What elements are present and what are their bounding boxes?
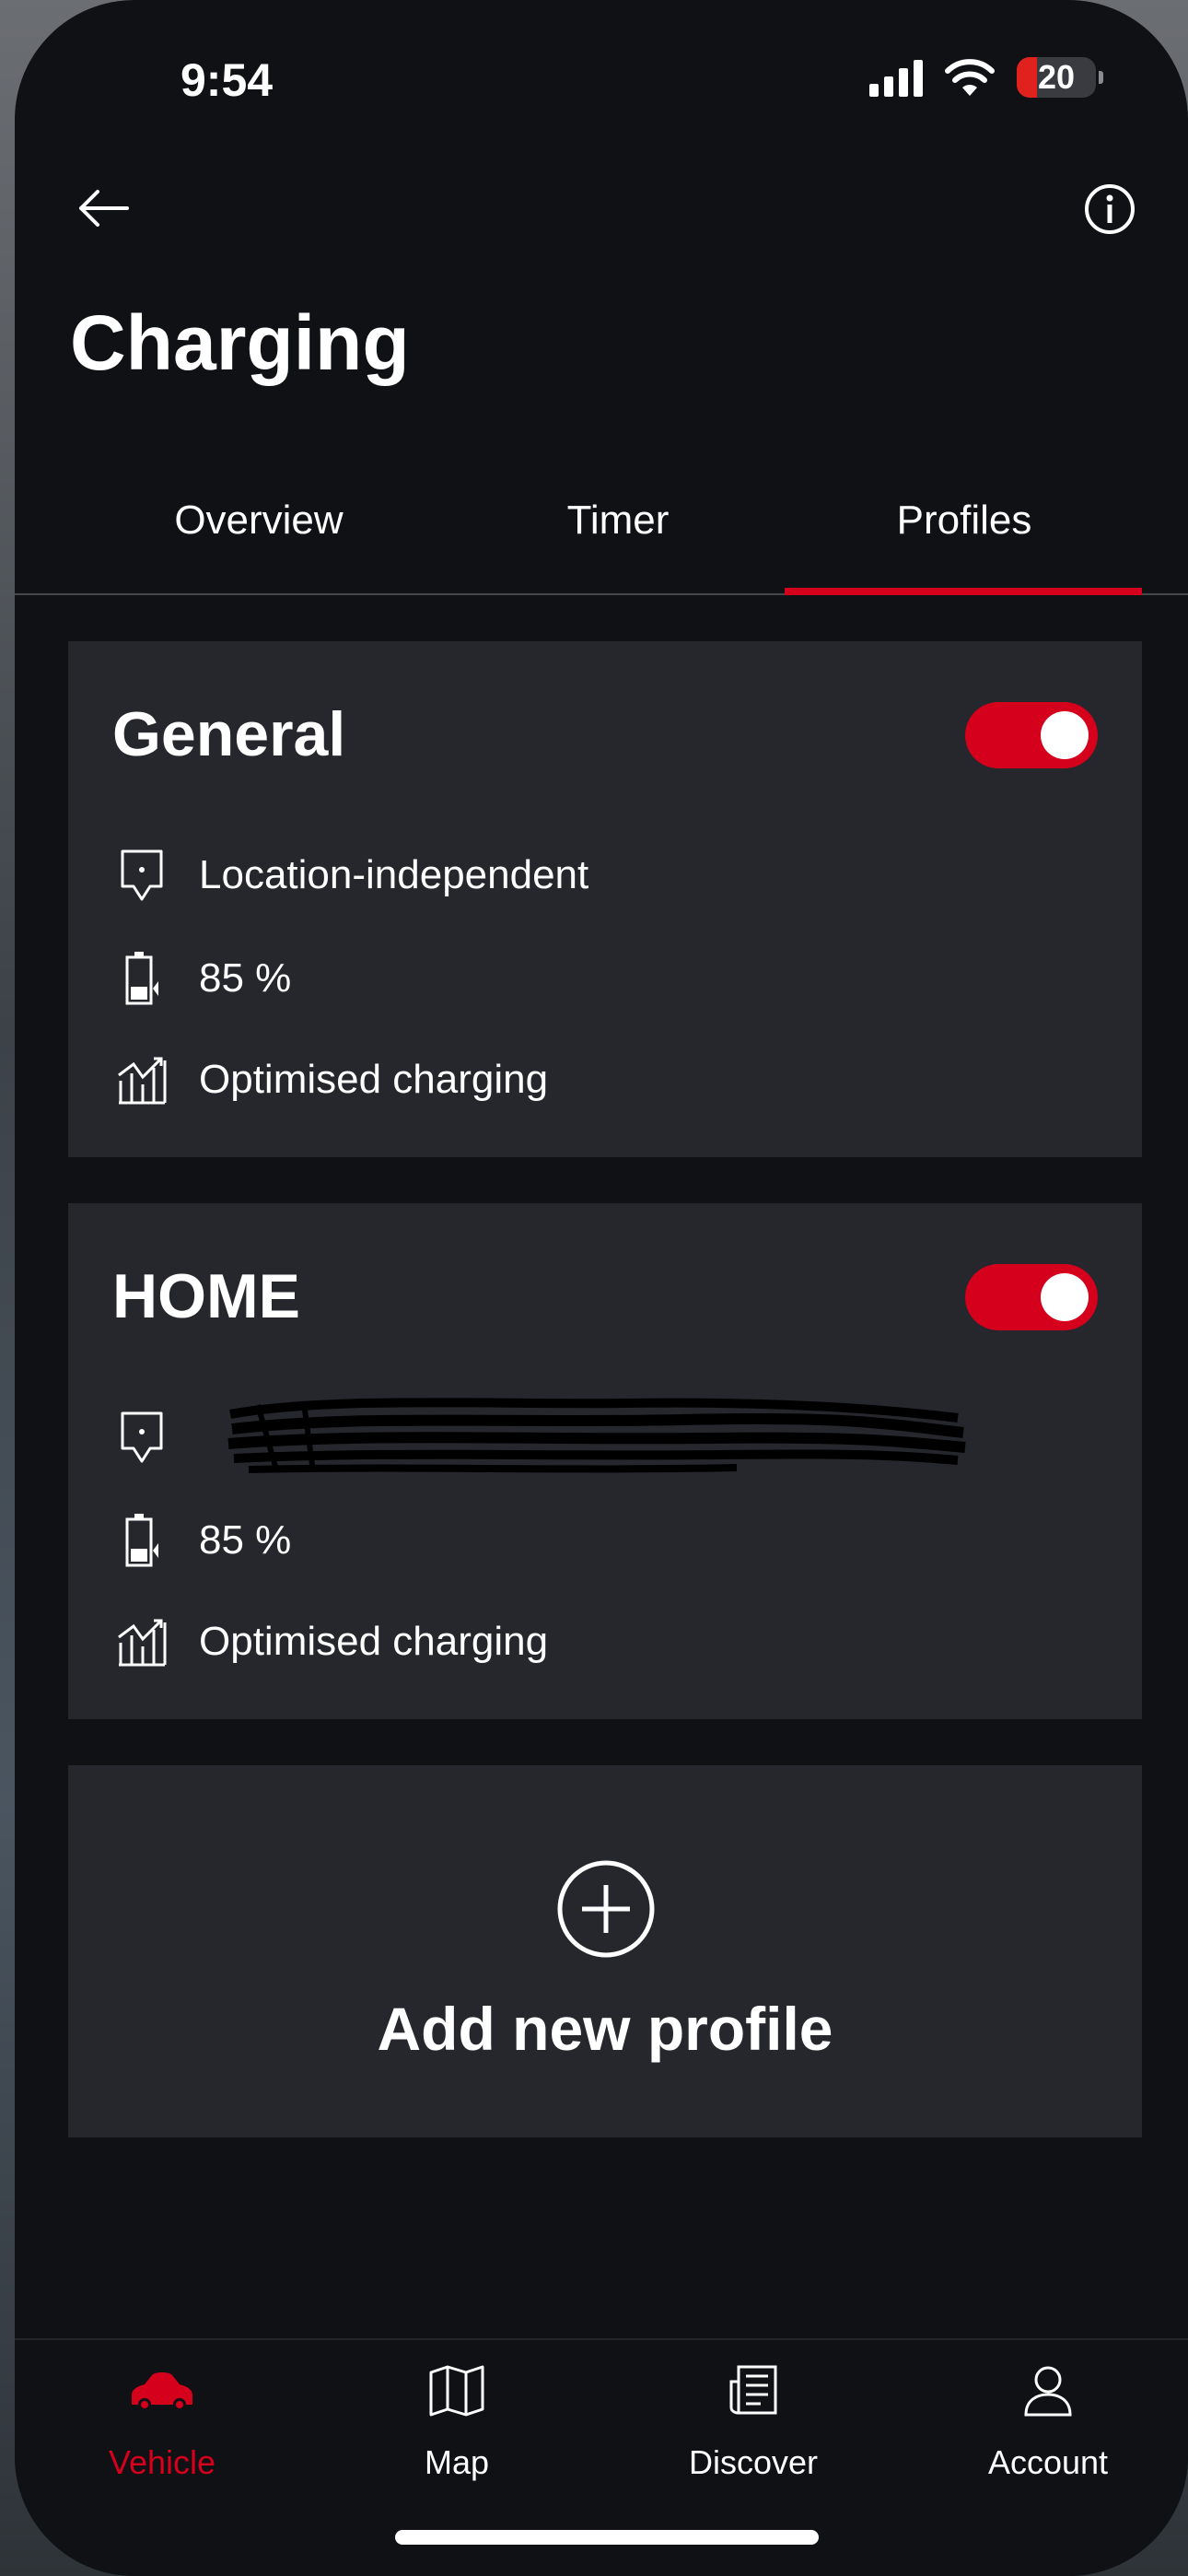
phone-frame: 9:54 20 Charging Overview Timer Profiles… — [15, 0, 1188, 2576]
profile-name: General — [112, 699, 346, 769]
profile-toggle[interactable] — [965, 702, 1098, 768]
tab-profiles[interactable]: Profiles — [785, 498, 1144, 593]
profile-location-row — [114, 1398, 967, 1473]
wifi-icon — [945, 59, 995, 96]
profile-card-home[interactable]: HOME 85 % Optimised charging — [68, 1203, 1142, 1719]
back-button[interactable] — [76, 181, 142, 236]
profile-charging-mode: Optimised charging — [199, 1619, 549, 1664]
info-icon — [1085, 184, 1135, 234]
profile-toggle[interactable] — [965, 1264, 1098, 1330]
profile-name: HOME — [112, 1261, 300, 1331]
nav-account[interactable]: Account — [928, 2359, 1168, 2506]
profile-mode-row: Optimised charging — [114, 1047, 548, 1113]
screen: 9:54 20 Charging Overview Timer Profiles… — [15, 0, 1188, 2576]
map-icon — [429, 2365, 484, 2417]
battery-level: 20 — [1037, 58, 1076, 96]
info-button[interactable] — [1083, 182, 1136, 236]
battery-level-icon — [125, 1514, 158, 1567]
profile-location: Location-independent — [199, 852, 589, 897]
tab-timer[interactable]: Timer — [438, 498, 798, 593]
newspaper-icon — [729, 2365, 777, 2415]
location-pin-icon — [121, 849, 163, 901]
page-title: Charging — [70, 299, 410, 386]
add-profile-label: Add new profile — [377, 1995, 833, 2063]
profile-charging-mode: Optimised charging — [199, 1057, 549, 1102]
profile-target-charge: 85 % — [199, 1517, 292, 1563]
redaction-scribble — [227, 1398, 966, 1473]
status-time: 9:54 — [181, 54, 274, 106]
nav-label: Map — [424, 2443, 490, 2481]
status-icons: 20 — [869, 57, 1103, 98]
battery-level-icon — [125, 952, 158, 1005]
plus-circle-icon — [557, 1860, 655, 1958]
nav-discover[interactable]: Discover — [634, 2359, 873, 2506]
profile-mode-row: Optimised charging — [114, 1609, 548, 1675]
profile-target-charge: 85 % — [199, 955, 292, 1001]
nav-label: Account — [987, 2443, 1109, 2481]
nav-label: Discover — [688, 2443, 819, 2481]
user-icon — [1024, 2366, 1072, 2417]
chart-trend-icon — [118, 1057, 167, 1105]
add-profile-button[interactable]: Add new profile — [68, 1765, 1142, 2137]
nav-map[interactable]: Map — [337, 2359, 577, 2506]
chart-trend-icon — [118, 1619, 167, 1667]
profile-charge-row: 85 % — [114, 945, 291, 1012]
arrow-left-icon — [79, 190, 129, 227]
home-indicator[interactable] — [395, 2530, 819, 2545]
cellular-signal-icon — [869, 58, 923, 97]
car-icon — [132, 2372, 192, 2411]
tab-overview[interactable]: Overview — [79, 498, 438, 593]
location-pin-icon — [121, 1411, 163, 1463]
battery-icon: 20 — [1017, 57, 1103, 98]
active-tab-indicator — [785, 588, 1142, 595]
profile-location-row: Location-independent — [114, 842, 588, 908]
nav-label: Vehicle — [108, 2443, 216, 2481]
tab-bar: Overview Timer Profiles — [15, 498, 1188, 595]
nav-vehicle[interactable]: Vehicle — [42, 2359, 282, 2506]
profile-charge-row: 85 % — [114, 1507, 291, 1574]
profile-card-general[interactable]: General Location-independent 85 % Optimi… — [68, 641, 1142, 1157]
